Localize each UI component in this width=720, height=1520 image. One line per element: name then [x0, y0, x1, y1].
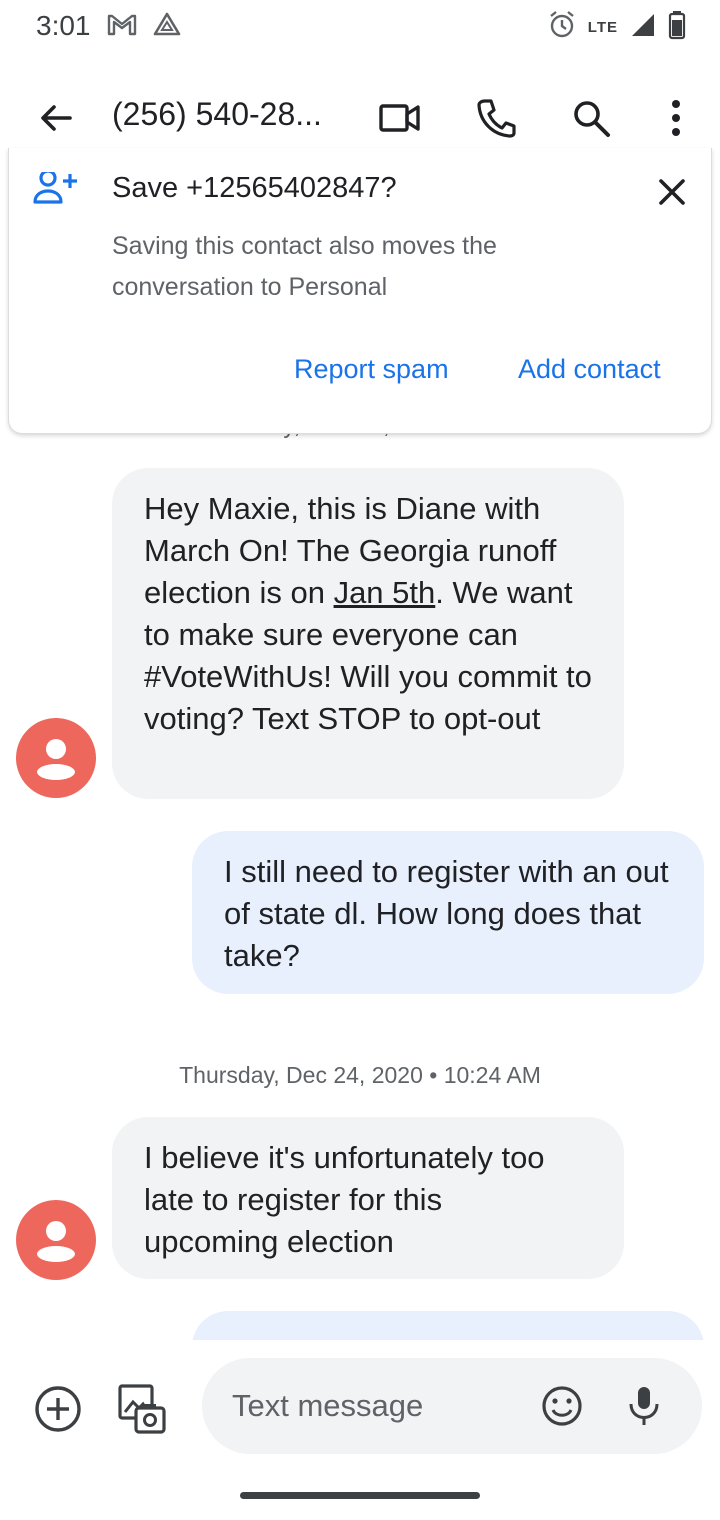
message-text: I still need to register with an out of … — [224, 854, 669, 973]
message-text: I believe it's unfortunately too late to… — [144, 1140, 545, 1259]
voice-input-button[interactable] — [626, 1384, 662, 1428]
date-link[interactable]: Jan 5th — [334, 575, 436, 610]
add-contact-button[interactable]: Add contact — [518, 354, 661, 385]
incoming-message-bubble[interactable]: Hey Maxie, this is Diane with March On! … — [112, 468, 624, 799]
sender-avatar[interactable] — [16, 1200, 96, 1280]
back-button[interactable] — [30, 92, 82, 144]
sender-avatar[interactable] — [16, 718, 96, 798]
add-person-icon — [32, 169, 80, 213]
video-call-icon — [379, 104, 420, 132]
back-arrow-icon — [41, 105, 72, 131]
drive-icon — [152, 10, 182, 45]
search-button[interactable] — [563, 90, 619, 146]
alarm-icon — [548, 10, 576, 45]
message-text: Hey Maxie, this is Diane with March On! … — [144, 491, 592, 736]
more-options-button[interactable] — [648, 90, 704, 146]
outgoing-message-bubble[interactable]: I still need to register with an out of … — [192, 831, 704, 994]
gallery-camera-icon — [118, 1384, 166, 1434]
incoming-message-bubble[interactable]: I believe it's unfortunately too late to… — [112, 1117, 624, 1279]
gallery-button[interactable] — [116, 1382, 168, 1436]
status-time: 3:01 — [36, 10, 91, 41]
home-indicator[interactable] — [240, 1492, 480, 1499]
network-type: LTE — [587, 19, 618, 36]
mic-icon — [629, 1387, 659, 1425]
message-input-placeholder: Text message — [232, 1388, 424, 1423]
close-icon — [659, 179, 685, 205]
banner-title: Save +12565402847? — [112, 172, 397, 204]
add-circle-icon — [35, 1386, 81, 1432]
emoji-icon — [542, 1386, 582, 1426]
banner-description: Saving this contact also moves the conve… — [112, 232, 497, 301]
report-spam-button[interactable]: Report spam — [294, 354, 449, 385]
signal-icon — [630, 12, 656, 43]
video-call-button[interactable] — [372, 90, 428, 146]
search-icon — [574, 101, 610, 137]
gmail-icon — [106, 10, 138, 45]
phone-icon — [477, 99, 516, 138]
close-banner-button[interactable] — [654, 174, 690, 210]
more-vert-icon — [672, 100, 680, 136]
status-system-icons: LTE — [548, 10, 686, 45]
call-button[interactable] — [468, 90, 524, 146]
person-icon — [37, 739, 75, 780]
battery-icon — [668, 10, 686, 45]
person-icon — [37, 1221, 75, 1262]
date-separator: Thursday, Dec 24, 2020 • 10:24 AM — [179, 1062, 541, 1088]
attach-button[interactable] — [32, 1383, 84, 1435]
status-notification-icons — [106, 10, 182, 45]
emoji-button[interactable] — [540, 1384, 584, 1428]
conversation-title[interactable]: (256) 540-28... — [112, 96, 322, 133]
